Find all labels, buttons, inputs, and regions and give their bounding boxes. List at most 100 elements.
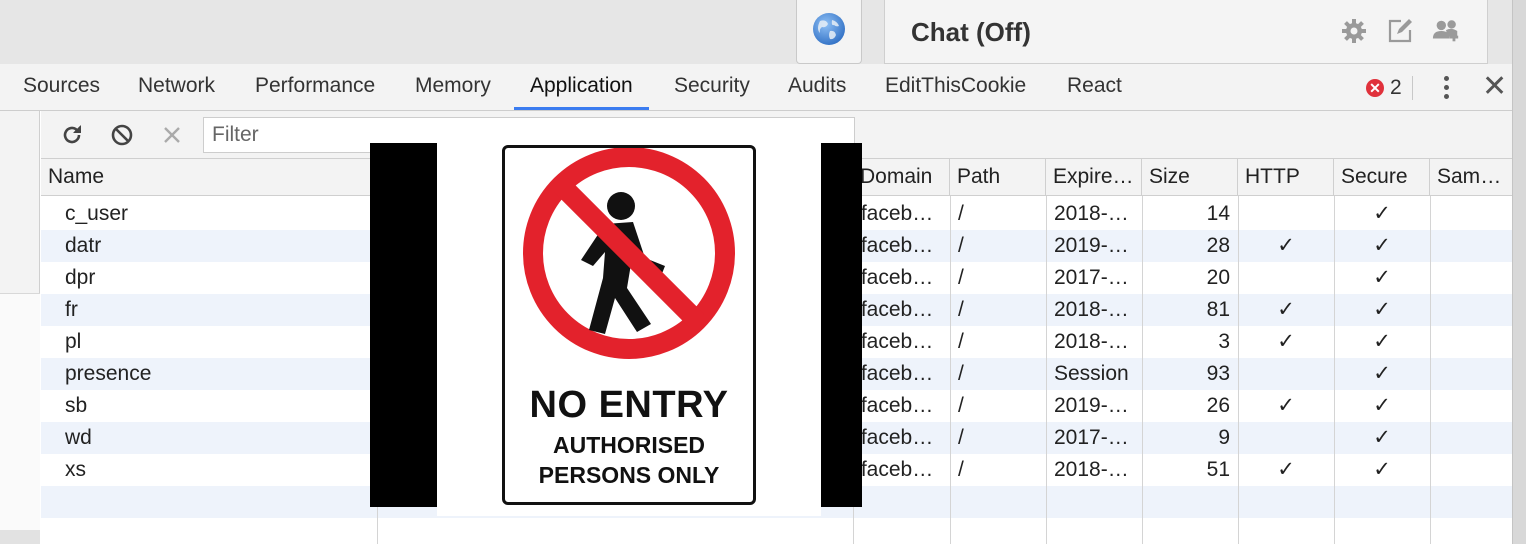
black-bar-right [821,143,862,507]
cell-expires: 2019-… [1054,394,1129,417]
sidebar-lower-pane [0,293,40,544]
tab-react[interactable]: React [1067,64,1122,110]
clear-icon[interactable] [109,122,135,148]
sign-subtitle-line1: AUTHORISED [552,432,706,458]
refresh-icon[interactable] [59,122,85,148]
black-bar-left [370,143,437,507]
sign-subtitle-line2: PERSONS ONLY [538,462,720,488]
gear-icon[interactable] [1339,16,1369,46]
cell-name: sb [65,394,88,417]
cell-secure: ✓ [1373,426,1391,449]
column-header-secure[interactable]: Secure [1334,159,1430,196]
tab-editthiscookie[interactable]: EditThisCookie [885,64,1026,110]
column-header-domain[interactable]: Domain [853,159,950,196]
application-sidebar [0,111,40,544]
cell-size: 3 [1218,330,1230,353]
cell-domain: .faceb… [855,362,934,385]
cell-domain: .faceb… [855,426,934,449]
column-header-http[interactable]: HTTP [1238,159,1334,196]
no-entry-sign: NO ENTRY AUTHORISED PERSONS ONLY [502,145,756,505]
globe-button[interactable] [796,0,862,64]
column-header-size[interactable]: Size [1142,159,1238,196]
cell-path: / [958,362,964,385]
cell-http [1238,198,1334,230]
cell-size: 81 [1206,298,1230,321]
tab-application[interactable]: Application [514,64,649,110]
cell-path: / [958,266,964,289]
cell-http: ✓ [1277,234,1295,257]
toolbar-divider [1412,76,1413,100]
tab-memory[interactable]: Memory [415,64,491,110]
cell-expires: 2018-… [1054,458,1129,481]
tab-network[interactable]: Network [138,64,215,110]
no-entry-sign-overlay: NO ENTRY AUTHORISED PERSONS ONLY [370,143,862,516]
cell-domain: .faceb… [855,394,934,417]
close-devtools-button[interactable]: ✕ [1482,70,1507,104]
cell-size: 9 [1218,426,1230,449]
cell-size: 20 [1206,266,1230,289]
tab-performance[interactable]: Performance [255,64,375,110]
chat-title: Chat (Off) [911,17,1031,47]
chat-panel: Chat (Off) [884,0,1488,64]
cell-domain: .faceb… [855,458,934,481]
cell-secure: ✓ [1373,394,1391,417]
more-vert-icon[interactable] [1434,72,1458,102]
cell-expires: Session [1054,362,1129,385]
cell-name: datr [65,234,102,257]
cell-http: ✓ [1277,458,1295,481]
cell-path: / [958,234,964,257]
column-header-path[interactable]: Path [950,159,1046,196]
cell-secure: ✓ [1373,266,1391,289]
cell-expires: 2017-… [1054,426,1129,449]
no-pedestrian-icon [523,148,735,359]
column-header-expires[interactable]: Expire… [1046,159,1142,196]
cell-size: 14 [1206,202,1230,225]
cell-size: 51 [1206,458,1230,481]
tab-sources[interactable]: Sources [23,64,100,110]
cell-secure: ✓ [1373,234,1391,257]
cell-secure: ✓ [1373,458,1391,481]
cell-domain: .faceb… [855,202,934,225]
cell-size: 26 [1206,394,1230,417]
cell-path: / [958,298,964,321]
sidebar-scrollbar[interactable] [0,530,40,544]
cell-path: / [958,394,964,417]
compose-icon[interactable] [1385,16,1415,46]
cell-path: / [958,458,964,481]
error-count: 2 [1390,76,1402,99]
cell-name: fr [65,298,78,321]
cell-domain: .faceb… [855,234,934,257]
cell-secure: ✓ [1373,202,1391,225]
cell-path: / [958,202,964,225]
cell-size: 93 [1206,362,1230,385]
tab-security[interactable]: Security [674,64,750,110]
cell-expires: 2017-… [1054,266,1129,289]
cell-name: dpr [65,266,96,289]
cell-expires: 2018-… [1054,202,1129,225]
error-count-badge[interactable]: ✕ 2 [1366,76,1402,100]
delete-icon[interactable] [159,122,185,148]
cell-http [1238,422,1334,454]
cell-expires: 2019-… [1054,234,1129,257]
cell-http: ✓ [1277,298,1295,321]
cell-secure: ✓ [1373,330,1391,353]
cell-http [1238,262,1334,294]
window-edge [1512,0,1526,544]
cell-path: / [958,330,964,353]
devtools-tab-bar: Sources Network Performance Memory Appli… [0,64,1512,111]
cell-secure: ✓ [1373,362,1391,385]
column-header-name[interactable]: Name [41,159,377,196]
cell-domain: .faceb… [855,266,934,289]
cell-name: xs [65,458,86,481]
cell-name: presence [65,362,152,385]
error-icon: ✕ [1366,79,1384,97]
browser-top-strip: Chat (Off) [0,0,1526,64]
sign-title: NO ENTRY [529,384,729,426]
cell-name: wd [65,426,92,449]
globe-icon [811,11,847,52]
cell-http [1238,358,1334,390]
add-people-icon[interactable] [1431,16,1461,46]
column-header-samesite[interactable]: Same… [1430,159,1512,196]
cell-name: c_user [65,202,129,225]
tab-audits[interactable]: Audits [788,64,846,110]
